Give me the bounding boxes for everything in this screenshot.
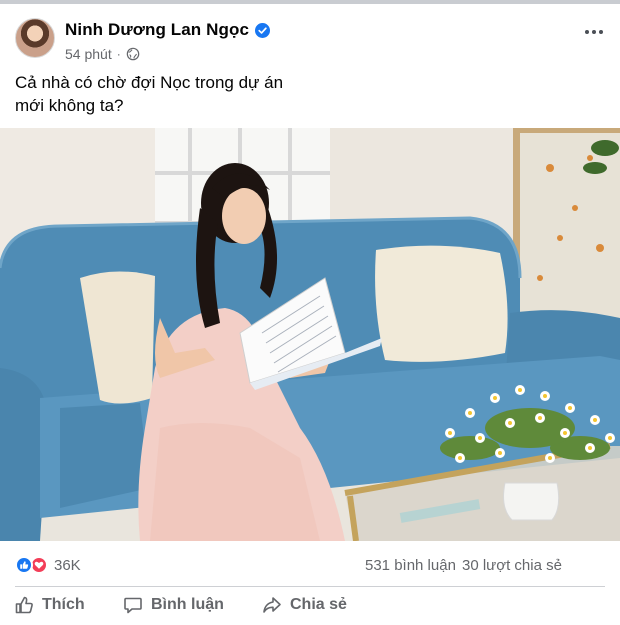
post-photo[interactable] (0, 128, 620, 541)
like-button[interactable]: Thích (14, 595, 85, 615)
share-button[interactable]: Chia sẻ (262, 595, 347, 615)
like-label: Thích (42, 596, 85, 613)
globe-icon (126, 47, 140, 61)
verified-badge-icon (255, 22, 271, 38)
post-caption: Cả nhà có chờ đợi Nọc trong dự án mới kh… (15, 71, 575, 117)
caption-line-2: mới không ta? (15, 96, 124, 115)
comment-count[interactable]: 531 bình luận (365, 557, 456, 574)
post-header: Ninh Dương Lan Ngọc 54 phút · (0, 14, 620, 66)
top-strip (0, 0, 620, 4)
divider (15, 586, 605, 587)
avatar[interactable] (15, 18, 55, 58)
post-stats: 36K 531 bình luận 30 lượt chia sẻ (0, 553, 620, 577)
author-row: Ninh Dương Lan Ngọc (65, 20, 271, 40)
comment-bubble-icon (124, 597, 142, 614)
share-label: Chia sẻ (290, 596, 347, 613)
author-name[interactable]: Ninh Dương Lan Ngọc (65, 20, 249, 40)
more-options-icon[interactable] (580, 22, 608, 42)
post-meta: 54 phút · (65, 46, 140, 62)
comment-button[interactable]: Bình luận (123, 595, 224, 615)
meta-separator: · (116, 47, 121, 61)
photo-illustration (0, 128, 620, 541)
reaction-count: 36K (54, 556, 81, 574)
share-count[interactable]: 30 lượt chia sẻ (462, 557, 562, 574)
post-actions: Thích Bình luận Chia sẻ (0, 595, 620, 621)
thumbs-up-icon (15, 596, 33, 614)
like-reaction-icon (15, 556, 33, 574)
comment-label: Bình luận (151, 596, 224, 613)
post-time[interactable]: 54 phút (65, 46, 112, 62)
caption-line-1: Cả nhà có chờ đợi Nọc trong dự án (15, 73, 284, 92)
reactions-summary[interactable]: 36K (15, 556, 81, 574)
share-arrow-icon (263, 597, 281, 613)
